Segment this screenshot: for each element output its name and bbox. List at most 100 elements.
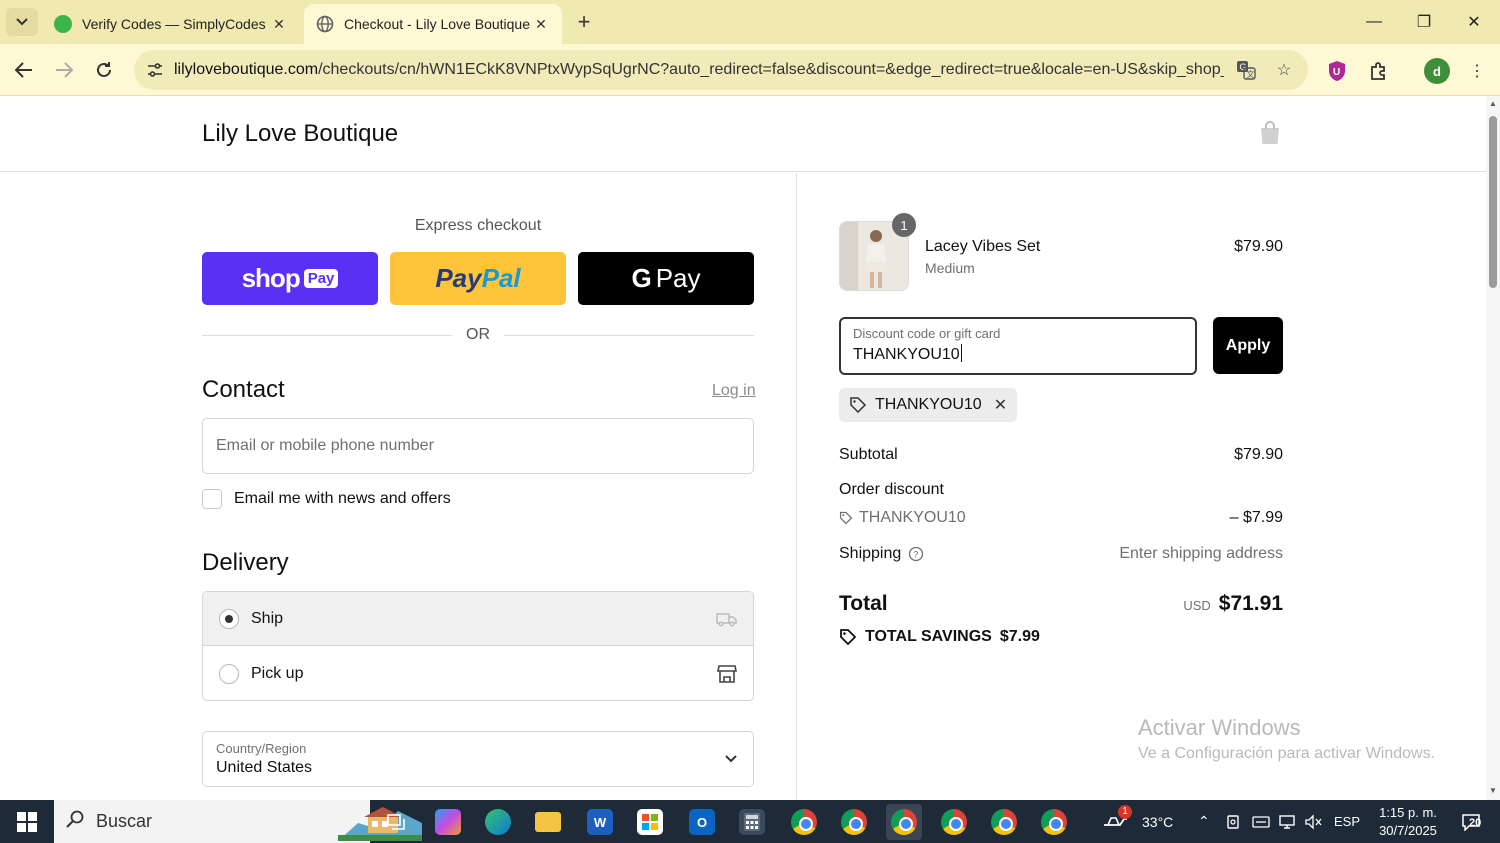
forward-button[interactable] — [48, 54, 80, 86]
ship-option[interactable]: Ship — [203, 592, 753, 646]
google-g-logo: G — [631, 263, 652, 293]
chrome-icon — [991, 809, 1017, 835]
close-window-button[interactable]: ✕ — [1450, 4, 1498, 40]
site-info-icon[interactable] — [144, 59, 166, 81]
edge-app[interactable] — [480, 804, 516, 840]
newsletter-option[interactable]: Email me with news and offers — [202, 489, 451, 509]
total-savings: TOTAL SAVINGS $7.99 — [839, 628, 1040, 646]
total-amount: $71.91 — [1218, 592, 1283, 615]
bookmark-star-icon[interactable]: ☆ — [1272, 58, 1296, 82]
savings-value: $7.99 — [999, 628, 1040, 645]
tab-simplycodes[interactable]: Verify Codes — SimplyCodes ✕ — [42, 4, 300, 44]
volume-muted-icon[interactable] — [1304, 800, 1322, 843]
scroll-thumb[interactable] — [1489, 116, 1497, 288]
paypal-logo-part2: Pal — [481, 263, 521, 293]
paypal-logo-part1: Pay — [435, 263, 482, 293]
store-app[interactable] — [632, 804, 668, 840]
minimize-button[interactable]: — — [1350, 4, 1398, 40]
pickup-option[interactable]: Pick up — [203, 647, 753, 700]
pickup-radio[interactable] — [219, 664, 239, 684]
or-divider: OR — [202, 325, 754, 345]
taskbar-search[interactable]: Buscar — [54, 800, 422, 843]
chrome-app-6[interactable] — [1036, 804, 1072, 840]
notification-center-button[interactable]: 20 — [1456, 808, 1486, 836]
gpay-pay-text: Pay — [655, 263, 701, 293]
meet-now-icon[interactable] — [1226, 800, 1244, 843]
watermark-subtitle: Ve a Configuración para activar Windows. — [1138, 745, 1436, 762]
close-tab-icon[interactable]: ✕ — [532, 15, 550, 33]
login-link[interactable]: Log in — [712, 382, 756, 400]
clock-time: 1:15 p. m. — [1379, 805, 1437, 820]
apply-button[interactable]: Apply — [1213, 317, 1283, 374]
network-icon[interactable] — [1278, 800, 1296, 843]
total-row: Total USD $71.91 — [839, 592, 1283, 616]
task-view-button[interactable] — [378, 804, 414, 840]
order-discount-label: Order discount — [839, 481, 944, 498]
close-tab-icon[interactable]: ✕ — [270, 15, 288, 33]
scroll-up-icon[interactable]: ▲ — [1488, 99, 1498, 109]
country-select[interactable]: Country/Region United States — [202, 731, 754, 787]
shipping-row: Shipping ? Enter shipping address — [839, 545, 1283, 563]
copilot-icon — [435, 809, 461, 835]
discount-code-input[interactable]: Discount code or gift card THANKYOU10 — [839, 317, 1197, 375]
input-method-icon[interactable] — [1252, 800, 1270, 843]
copilot-app[interactable] — [430, 804, 466, 840]
store-name[interactable]: Lily Love Boutique — [202, 120, 398, 148]
chrome-app-4[interactable] — [936, 804, 972, 840]
applied-discount-chip: THANKYOU10 ✕ — [839, 388, 1018, 422]
divider-line — [202, 334, 452, 336]
ship-radio[interactable] — [219, 608, 239, 629]
chrome-app-1[interactable] — [786, 804, 822, 840]
chrome-app-2[interactable] — [836, 804, 872, 840]
discount-value: – $7.99 — [1229, 509, 1283, 526]
chrome-app-3[interactable] — [886, 804, 922, 840]
discount-code-row: THANKYOU10 – $7.99 — [839, 509, 1283, 527]
subtotal-label: Subtotal — [839, 446, 898, 463]
page-scrollbar[interactable]: ▲ ▼ — [1486, 96, 1500, 800]
taskbar-clock[interactable]: 1:15 p. m. 30/7/2025 — [1364, 804, 1452, 840]
order-discount-row: Order discount — [839, 481, 1283, 499]
translate-icon[interactable]: G文 — [1234, 58, 1258, 82]
shopping-bag-icon[interactable] — [1258, 120, 1282, 146]
profile-avatar[interactable]: d — [1424, 58, 1450, 84]
more-options-icon[interactable]: ⋮ — [1464, 58, 1490, 84]
scroll-down-icon[interactable]: ▼ — [1488, 786, 1498, 796]
back-button[interactable] — [8, 54, 40, 86]
clock-date: 30/7/2025 — [1379, 823, 1437, 838]
file-explorer-app[interactable] — [530, 804, 566, 840]
windows-activation-watermark: Activar Windows Ve a Configuración para … — [1138, 715, 1435, 763]
calculator-app[interactable] — [734, 804, 770, 840]
newsletter-checkbox[interactable] — [202, 489, 222, 509]
extensions-puzzle-icon[interactable] — [1366, 58, 1392, 84]
help-circle-icon[interactable]: ? — [907, 545, 925, 563]
chrome-app-5[interactable] — [986, 804, 1022, 840]
outlook-icon: O — [689, 809, 715, 835]
tab-search-button[interactable] — [6, 8, 38, 36]
weather-widget[interactable]: 1 33°C — [1102, 800, 1173, 843]
tab-checkout[interactable]: Checkout - Lily Love Boutique ✕ — [304, 4, 562, 44]
shipping-value: Enter shipping address — [1119, 545, 1283, 562]
word-app[interactable]: W — [582, 804, 618, 840]
start-button[interactable] — [0, 800, 54, 843]
chrome-icon — [841, 809, 867, 835]
checkout-form-column: Express checkout shop Pay Pay Pal G Pay OR… — [0, 173, 797, 800]
shop-pay-pill-text: Pay — [303, 269, 339, 288]
savings-label: TOTAL SAVINGS — [865, 628, 992, 645]
remove-discount-icon[interactable]: ✕ — [994, 395, 1007, 415]
language-indicator[interactable]: ESP — [1334, 800, 1360, 843]
restore-button[interactable]: ❐ — [1400, 4, 1448, 40]
new-tab-button[interactable]: + — [570, 8, 598, 36]
ublock-extension-icon[interactable]: U — [1324, 58, 1350, 84]
reload-button[interactable] — [88, 54, 120, 86]
outlook-app[interactable]: O — [684, 804, 720, 840]
edge-icon — [485, 809, 511, 835]
show-hidden-icons[interactable]: ⌃ — [1198, 800, 1210, 843]
store-header: Lily Love Boutique — [0, 96, 1486, 172]
address-bar[interactable]: lilyloveboutique.com/checkouts/cn/hWN1EC… — [134, 50, 1308, 90]
google-pay-button[interactable]: G Pay — [578, 252, 754, 305]
email-field[interactable]: Email or mobile phone number — [202, 418, 754, 474]
chevron-up-icon: ⌃ — [1198, 813, 1210, 829]
paypal-button[interactable]: Pay Pal — [390, 252, 566, 305]
product-name: Lacey Vibes Set — [925, 238, 1041, 255]
shop-pay-button[interactable]: shop Pay — [202, 252, 378, 305]
